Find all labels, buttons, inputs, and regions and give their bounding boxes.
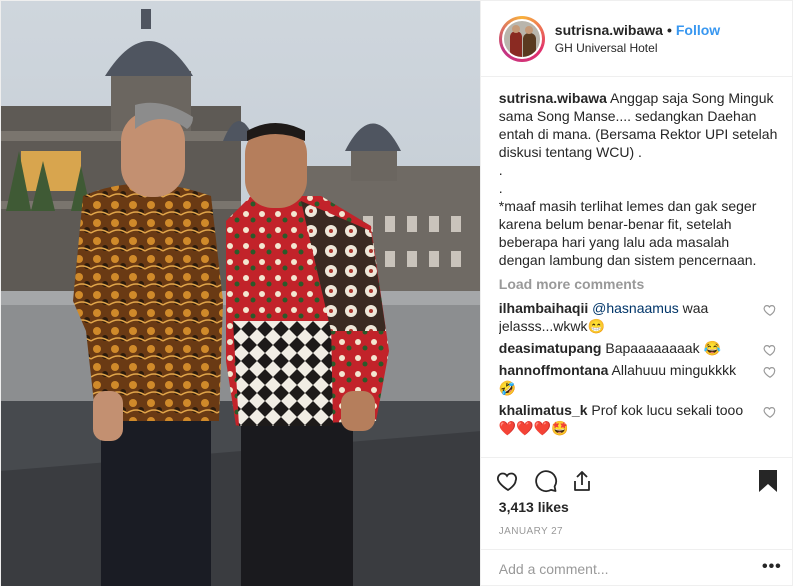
more-options-icon[interactable]: ••• (762, 559, 782, 575)
comment-username[interactable]: ilhambaihaqii (499, 300, 588, 316)
add-comment-input[interactable] (498, 560, 739, 577)
post-side-panel: sutrisna.wibawa • Follow GH Universal Ho… (479, 1, 793, 586)
heart-icon[interactable] (763, 405, 777, 419)
comment-username[interactable]: deasimatupang (499, 340, 602, 356)
bookmark-icon (758, 470, 777, 492)
follow-button[interactable]: Follow (676, 22, 720, 38)
comment-item: khalimatus_k Prof kok lucu sekali tooo ❤… (499, 401, 779, 437)
comment-mention[interactable]: @hasnaamus (592, 300, 679, 316)
caption-username[interactable]: sutrisna.wibawa (499, 90, 607, 106)
avatar[interactable] (498, 15, 545, 62)
separator-dot: • (666, 22, 672, 38)
post-username[interactable]: sutrisna.wibawa (555, 22, 663, 38)
comment-text: Bapaaaaaaaak 😂 (601, 340, 721, 356)
caption-text-2: *maaf masih terlihat lemes dan gak seger… (498, 198, 761, 268)
post-date[interactable]: JANUARY 27 (499, 526, 563, 537)
comment-username[interactable]: khalimatus_k (499, 402, 588, 418)
location-link[interactable]: GH Universal Hotel (555, 41, 720, 55)
post-photo[interactable] (1, 1, 480, 586)
like-button[interactable] (495, 468, 521, 494)
comment-item: deasimatupang Bapaaaaaaaak 😂 (499, 339, 779, 357)
comments-list[interactable]: sutrisna.wibawa Anggap saja Song Minguk … (499, 89, 779, 457)
comment-icon (535, 470, 557, 493)
heart-icon[interactable] (763, 343, 777, 357)
heart-icon[interactable] (763, 365, 777, 379)
comment-item: hannoffmontana Allahuuu mingukkkk 🤣 (499, 361, 779, 397)
header-line: sutrisna.wibawa • Follow (555, 22, 720, 38)
post-caption: sutrisna.wibawa Anggap saja Song Minguk … (499, 89, 779, 269)
share-icon (573, 471, 590, 491)
load-more-comments-button[interactable]: Load more comments (499, 273, 779, 295)
save-button[interactable] (755, 468, 781, 494)
comment-username[interactable]: hannoffmontana (499, 362, 609, 378)
avatar-image (501, 18, 542, 59)
heart-icon (496, 472, 517, 492)
post-actions (480, 457, 793, 503)
comment-item: ilhambaihaqii @hasnaamus waa jelasss...w… (499, 299, 779, 335)
comment-button[interactable] (533, 468, 559, 494)
post-photo-image (1, 1, 480, 586)
header-text: sutrisna.wibawa • Follow GH Universal Ho… (555, 22, 720, 55)
add-comment-bar: ••• (480, 549, 793, 586)
post-header: sutrisna.wibawa • Follow GH Universal Ho… (480, 1, 793, 77)
heart-icon[interactable] (763, 303, 777, 317)
caption-dot: . (498, 180, 503, 196)
caption-dot: . (498, 162, 503, 178)
share-button[interactable] (569, 468, 595, 494)
likes-count[interactable]: 3,413 likes (499, 499, 569, 515)
instagram-post: sutrisna.wibawa • Follow GH Universal Ho… (0, 0, 793, 586)
